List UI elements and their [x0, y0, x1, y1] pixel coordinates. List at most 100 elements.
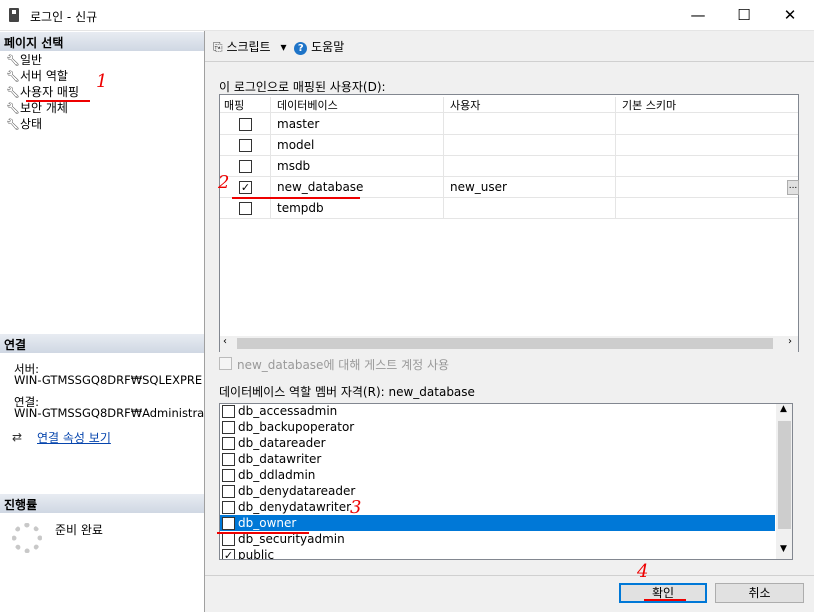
script-button[interactable]: 스크립트	[226, 40, 270, 54]
annotation-2: 2	[218, 172, 230, 193]
role-name: db_ddladmin	[238, 468, 316, 482]
wrench-icon: 🔧︎	[6, 86, 20, 99]
annotation-underline-2	[232, 197, 360, 199]
role-checkbox[interactable]: ✓	[222, 517, 235, 530]
database-cell: master	[277, 117, 320, 131]
database-cell: new_database	[277, 180, 364, 194]
role-checkbox[interactable]	[222, 405, 235, 418]
database-cell: tempdb	[277, 201, 324, 215]
nav-item-securables[interactable]: 🔧︎보안 개체	[6, 100, 68, 116]
scroll-down-icon[interactable]: ▼	[780, 544, 787, 554]
progress-header: 진행률	[0, 494, 204, 513]
role-checkbox[interactable]	[222, 437, 235, 450]
connection-header: 연결	[0, 334, 204, 353]
guest-account-checkbox[interactable]	[219, 357, 232, 370]
wrench-icon: 🔧︎	[6, 102, 20, 115]
table-row[interactable]: master	[220, 114, 798, 135]
wrench-icon: 🔧︎	[6, 70, 20, 83]
app-icon	[9, 8, 19, 22]
role-checkbox[interactable]	[222, 421, 235, 434]
progress-spinner-icon	[12, 523, 42, 553]
role-membership-list: db_accessadmin db_backupoperator db_datare…	[219, 403, 793, 560]
col-user[interactable]: 사용자	[450, 97, 480, 113]
role-name: db_accessadmin	[238, 404, 338, 418]
col-database[interactable]: 데이터베이스	[277, 97, 338, 113]
guest-account-label: new_database에 대해 게스트 계정 사용	[237, 358, 450, 372]
progress-status: 준비 완료	[55, 523, 103, 537]
window-title: 로그인 - 신규	[30, 10, 98, 24]
list-item[interactable]: db_denydatawriter	[220, 499, 775, 515]
map-checkbox[interactable]	[239, 139, 252, 152]
help-button[interactable]: 도움말	[311, 40, 344, 54]
pages-header: 페이지 선택	[0, 32, 204, 51]
list-item[interactable]: db_backupoperator	[220, 419, 775, 435]
table-row[interactable]: tempdb	[220, 198, 798, 219]
scroll-right-icon[interactable]: ›	[788, 336, 792, 347]
role-checkbox[interactable]: ✓	[222, 549, 235, 559]
map-checkbox[interactable]	[239, 160, 252, 173]
wrench-icon: 🔧︎	[6, 54, 20, 67]
map-checkbox[interactable]	[239, 118, 252, 131]
help-icon: ?	[294, 42, 308, 55]
list-item[interactable]: db_accessadmin	[220, 404, 775, 419]
user-cell[interactable]: new_user	[450, 180, 507, 194]
cancel-button[interactable]: 취소	[715, 583, 804, 603]
database-cell: model	[277, 138, 315, 152]
role-checkbox[interactable]	[222, 453, 235, 466]
nav-item-user-mapping[interactable]: 🔧︎사용자 매핑	[6, 84, 79, 100]
list-item[interactable]: ✓ public	[220, 547, 775, 559]
map-checkbox[interactable]: ✓	[239, 181, 252, 194]
vertical-scrollbar[interactable]: ▲ ▼	[776, 404, 792, 559]
table-row[interactable]: ✓ new_database new_user...	[220, 177, 799, 198]
role-checkbox[interactable]	[222, 533, 235, 546]
nav-item-server-roles[interactable]: 🔧︎서버 역할	[6, 68, 68, 84]
scroll-left-icon[interactable]: ‹	[223, 336, 227, 347]
database-cell: msdb	[277, 159, 311, 173]
role-checkbox[interactable]	[222, 485, 235, 498]
table-row[interactable]: msdb	[220, 156, 798, 177]
list-item[interactable]: db_datareader	[220, 435, 775, 451]
role-name: db_backupoperator	[238, 420, 355, 434]
role-name: db_datawriter	[238, 452, 322, 466]
role-name: db_denydatawriter	[238, 500, 352, 514]
server-value: WIN-GTMSSGQ8DRF₩SQLEXPRE	[14, 374, 203, 387]
connection-value: WIN-GTMSSGQ8DRF₩Administrat	[14, 407, 204, 420]
close-button[interactable]: ✕	[767, 0, 813, 31]
nav-item-general[interactable]: 🔧︎일반	[6, 52, 42, 68]
role-checkbox[interactable]	[222, 469, 235, 482]
scroll-thumb[interactable]	[237, 338, 773, 349]
role-checkbox[interactable]	[222, 501, 235, 514]
map-checkbox[interactable]	[239, 202, 252, 215]
role-name: db_owner	[238, 516, 297, 530]
bottom-divider	[205, 575, 814, 576]
annotation-underline-4	[644, 599, 686, 601]
minimize-button[interactable]: —	[675, 0, 721, 31]
col-map[interactable]: 매핑	[224, 97, 244, 113]
chevron-down-icon[interactable]: ▾	[280, 40, 286, 54]
list-item[interactable]: db_datawriter	[220, 451, 775, 467]
col-default-schema[interactable]: 기본 스키마	[622, 97, 676, 113]
scroll-thumb[interactable]	[778, 421, 791, 529]
roles-section-label: 데이터베이스 역할 멤버 자격(R): new_database	[219, 385, 475, 399]
list-item[interactable]: ✓ db_owner	[220, 515, 775, 531]
role-name: db_datareader	[238, 436, 326, 450]
role-name: db_denydatareader	[238, 484, 356, 498]
list-item[interactable]: db_ddladmin	[220, 467, 775, 483]
annotation-3: 3	[350, 497, 362, 518]
view-connection-properties-link[interactable]: 연결 속성 보기	[37, 429, 111, 446]
title-bar: 로그인 - 신규 — ☐ ✕	[0, 0, 814, 31]
grid-header: 매핑 데이터베이스 사용자 기본 스키마	[220, 95, 798, 115]
connection-icon: ⇄	[12, 430, 23, 444]
ellipsis-button[interactable]: ...	[787, 180, 799, 195]
user-mapping-grid: 매핑 데이터베이스 사용자 기본 스키마 master model msdb ✓ new…	[219, 94, 799, 352]
scroll-up-icon[interactable]: ▲	[780, 404, 787, 414]
maximize-button[interactable]: ☐	[721, 0, 767, 31]
horizontal-scrollbar[interactable]: ‹ ›	[220, 336, 798, 352]
list-item[interactable]: db_denydatareader	[220, 483, 775, 499]
toolbar-divider	[205, 61, 814, 62]
annotation-1: 1	[96, 71, 108, 92]
wrench-icon: 🔧︎	[6, 118, 20, 131]
script-icon: ⎘	[213, 40, 223, 54]
table-row[interactable]: model	[220, 135, 798, 156]
nav-item-status[interactable]: 🔧︎상태	[6, 116, 42, 132]
